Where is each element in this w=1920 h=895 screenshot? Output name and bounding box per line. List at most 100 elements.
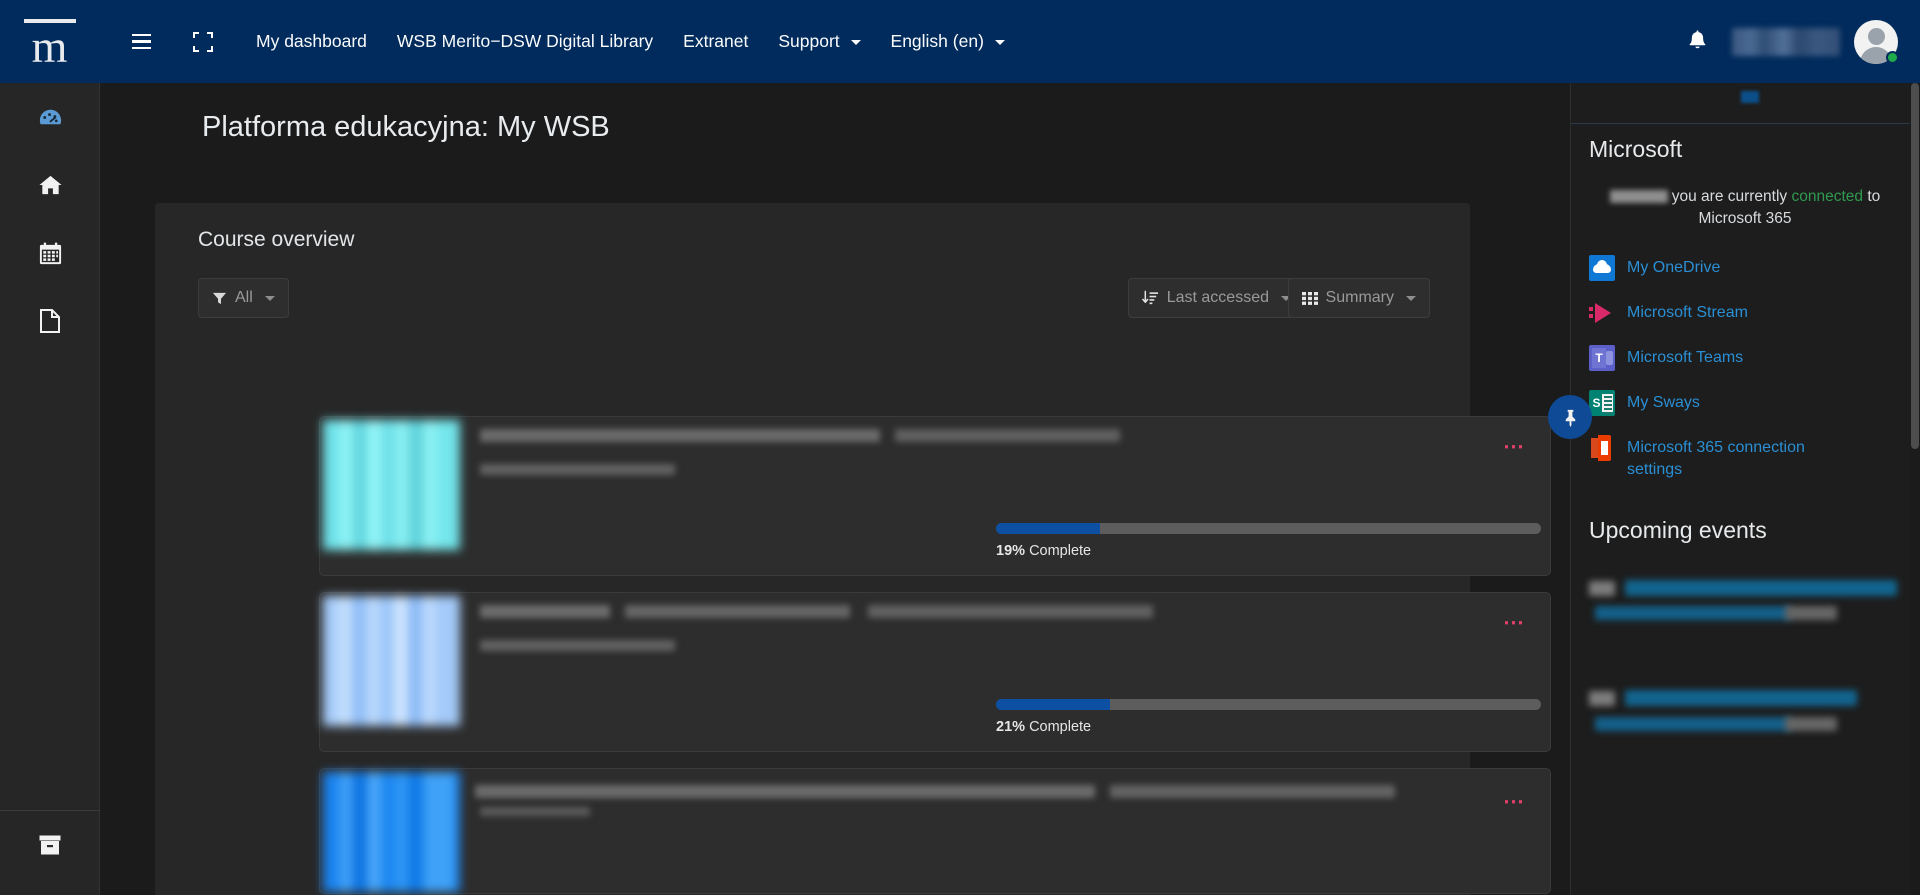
course-title-redacted-3	[868, 605, 1153, 618]
sidebar-item-calendar[interactable]	[0, 219, 100, 287]
course-progress-value: 19%	[996, 543, 1026, 559]
upcoming-event-item[interactable]	[1589, 681, 1909, 763]
microsoft-link-label: My OneDrive	[1627, 259, 1721, 276]
nav-link-label: Support	[778, 31, 840, 51]
course-card[interactable]: ⋯	[319, 768, 1551, 894]
course-title-redacted-2	[895, 429, 1120, 442]
user-name-redacted	[1732, 27, 1840, 56]
event-detail-redacted	[1595, 606, 1791, 620]
teams-icon: T	[1589, 345, 1615, 371]
page-scrollbar-thumb[interactable]	[1911, 83, 1919, 449]
nav-link-label: English (en)	[890, 31, 984, 51]
course-title-redacted	[480, 429, 880, 442]
microsoft-block-heading: Microsoft	[1589, 136, 1683, 162]
course-sort-label: Last accessed	[1166, 289, 1269, 306]
page-scrollbar[interactable]	[1910, 83, 1920, 895]
upcoming-event-item[interactable]	[1589, 573, 1909, 655]
course-card-menu-ellipsis-icon[interactable]: ⋯	[1503, 791, 1525, 812]
microsoft-link-label: My Sways	[1627, 394, 1700, 411]
microsoft-link-sways[interactable]: S My Sways	[1589, 390, 1909, 416]
course-subtitle-redacted	[480, 640, 675, 651]
sort-amount-down-icon	[1141, 290, 1158, 305]
bell-icon[interactable]	[1676, 21, 1718, 63]
speedometer-icon	[39, 109, 61, 124]
nav-link-digital-library[interactable]: WSB Merito−DSW Digital Library	[397, 25, 653, 58]
course-filter-dropdown[interactable]: All	[198, 278, 289, 318]
drawer-divider	[1571, 123, 1920, 124]
course-title-redacted-2	[625, 605, 850, 618]
course-progress-label: 21% Complete	[996, 719, 1091, 735]
ms-status-text-2: to	[1863, 188, 1881, 205]
nav-link-my-dashboard[interactable]: My dashboard	[256, 25, 367, 58]
event-time-redacted	[1785, 606, 1837, 620]
microsoft-link-teams[interactable]: T Microsoft Teams	[1589, 345, 1909, 371]
microsoft-link-365-settings[interactable]: Microsoft 365 connection settings	[1589, 435, 1909, 481]
course-display-label: Summary	[1325, 289, 1394, 306]
course-sort-dropdown[interactable]: Last accessed	[1127, 278, 1305, 318]
calendar-icon	[39, 241, 61, 264]
right-drawer: Microsoft you are currently connected to…	[1570, 83, 1920, 895]
ms-status-text-1: you are currently	[1671, 188, 1792, 205]
hamburger-icon[interactable]	[118, 19, 164, 65]
avatar[interactable]	[1854, 19, 1899, 64]
nav-link-support[interactable]: Support	[778, 25, 861, 58]
pin-icon	[1565, 409, 1575, 427]
chevron-down-icon	[994, 39, 1005, 45]
course-card-menu-ellipsis-icon[interactable]: ⋯	[1503, 436, 1525, 457]
top-navbar: m My dashboard WSB Merito−DSW Digital Li…	[0, 0, 1920, 83]
nav-link-language[interactable]: English (en)	[891, 25, 1005, 58]
fullscreen-icon[interactable]	[180, 19, 226, 65]
sidebar-item-content-bank[interactable]	[0, 811, 100, 879]
microsoft-link-onedrive[interactable]: My OneDrive	[1589, 255, 1909, 281]
chevron-down-icon	[1406, 295, 1416, 301]
microsoft-link-stream[interactable]: Microsoft Stream	[1589, 300, 1909, 326]
course-card[interactable]: ⋯ 21% Complete	[319, 592, 1551, 752]
course-title-redacted	[480, 605, 610, 618]
event-title-redacted	[1625, 690, 1857, 706]
course-progress-text: Complete	[1029, 719, 1092, 735]
chevron-down-icon	[850, 39, 861, 45]
filter-funnel-icon	[212, 292, 227, 304]
status-badge-online	[1886, 50, 1899, 64]
brand-logo[interactable]: m	[0, 0, 100, 83]
microsoft-link-label: Microsoft 365 connection settings	[1627, 439, 1805, 478]
drawer-pin-toggle-button[interactable]	[1548, 395, 1592, 439]
brand-letter: m	[31, 21, 69, 72]
course-progress-fill	[996, 699, 1111, 710]
course-display-dropdown[interactable]: Summary	[1287, 278, 1430, 318]
event-icon-redacted	[1589, 691, 1615, 706]
ms-status-line-2: Microsoft 365	[1698, 210, 1792, 227]
course-card-menu-ellipsis-icon[interactable]: ⋯	[1503, 612, 1525, 633]
nav-link-extranet[interactable]: Extranet	[683, 25, 748, 58]
course-title-redacted	[475, 785, 1095, 798]
sidebar-item-dashboard[interactable]	[0, 83, 100, 151]
course-progress-value: 21%	[996, 719, 1026, 735]
sidebar-item-private-files[interactable]	[0, 287, 100, 355]
sidebar-item-home[interactable]	[0, 151, 100, 219]
course-progress-label: 19% Complete	[996, 543, 1091, 559]
course-thumbnail	[323, 772, 460, 892]
grid-icon	[1301, 291, 1318, 305]
course-overview-controls: All Last accessed Summary	[198, 278, 1430, 318]
drawer-top-marker	[1741, 91, 1759, 103]
event-title-redacted	[1625, 580, 1897, 596]
page-title: Platforma edukacyjna: My WSB	[202, 111, 610, 143]
course-progress-fill	[996, 523, 1100, 534]
stream-icon	[1589, 300, 1615, 326]
course-progress-text: Complete	[1029, 543, 1092, 559]
nav-link-label: My dashboard	[256, 31, 367, 51]
upcoming-events-heading: Upcoming events	[1589, 517, 1767, 543]
course-progress-bar	[996, 523, 1541, 534]
course-overview-title: Course overview	[198, 228, 355, 251]
course-filter-label: All	[235, 289, 253, 306]
nav-link-label: Extranet	[683, 31, 749, 51]
course-thumbnail	[323, 420, 460, 550]
microsoft-user-redacted	[1609, 190, 1668, 204]
event-time-redacted	[1785, 717, 1837, 731]
course-card[interactable]: ⋯ 19% Complete	[319, 416, 1551, 576]
office365-icon	[1589, 435, 1615, 461]
microsoft-link-label: Microsoft Teams	[1627, 349, 1744, 366]
left-icon-rail	[0, 83, 100, 895]
chevron-down-icon	[264, 295, 275, 301]
course-subtitle-redacted	[480, 464, 675, 475]
